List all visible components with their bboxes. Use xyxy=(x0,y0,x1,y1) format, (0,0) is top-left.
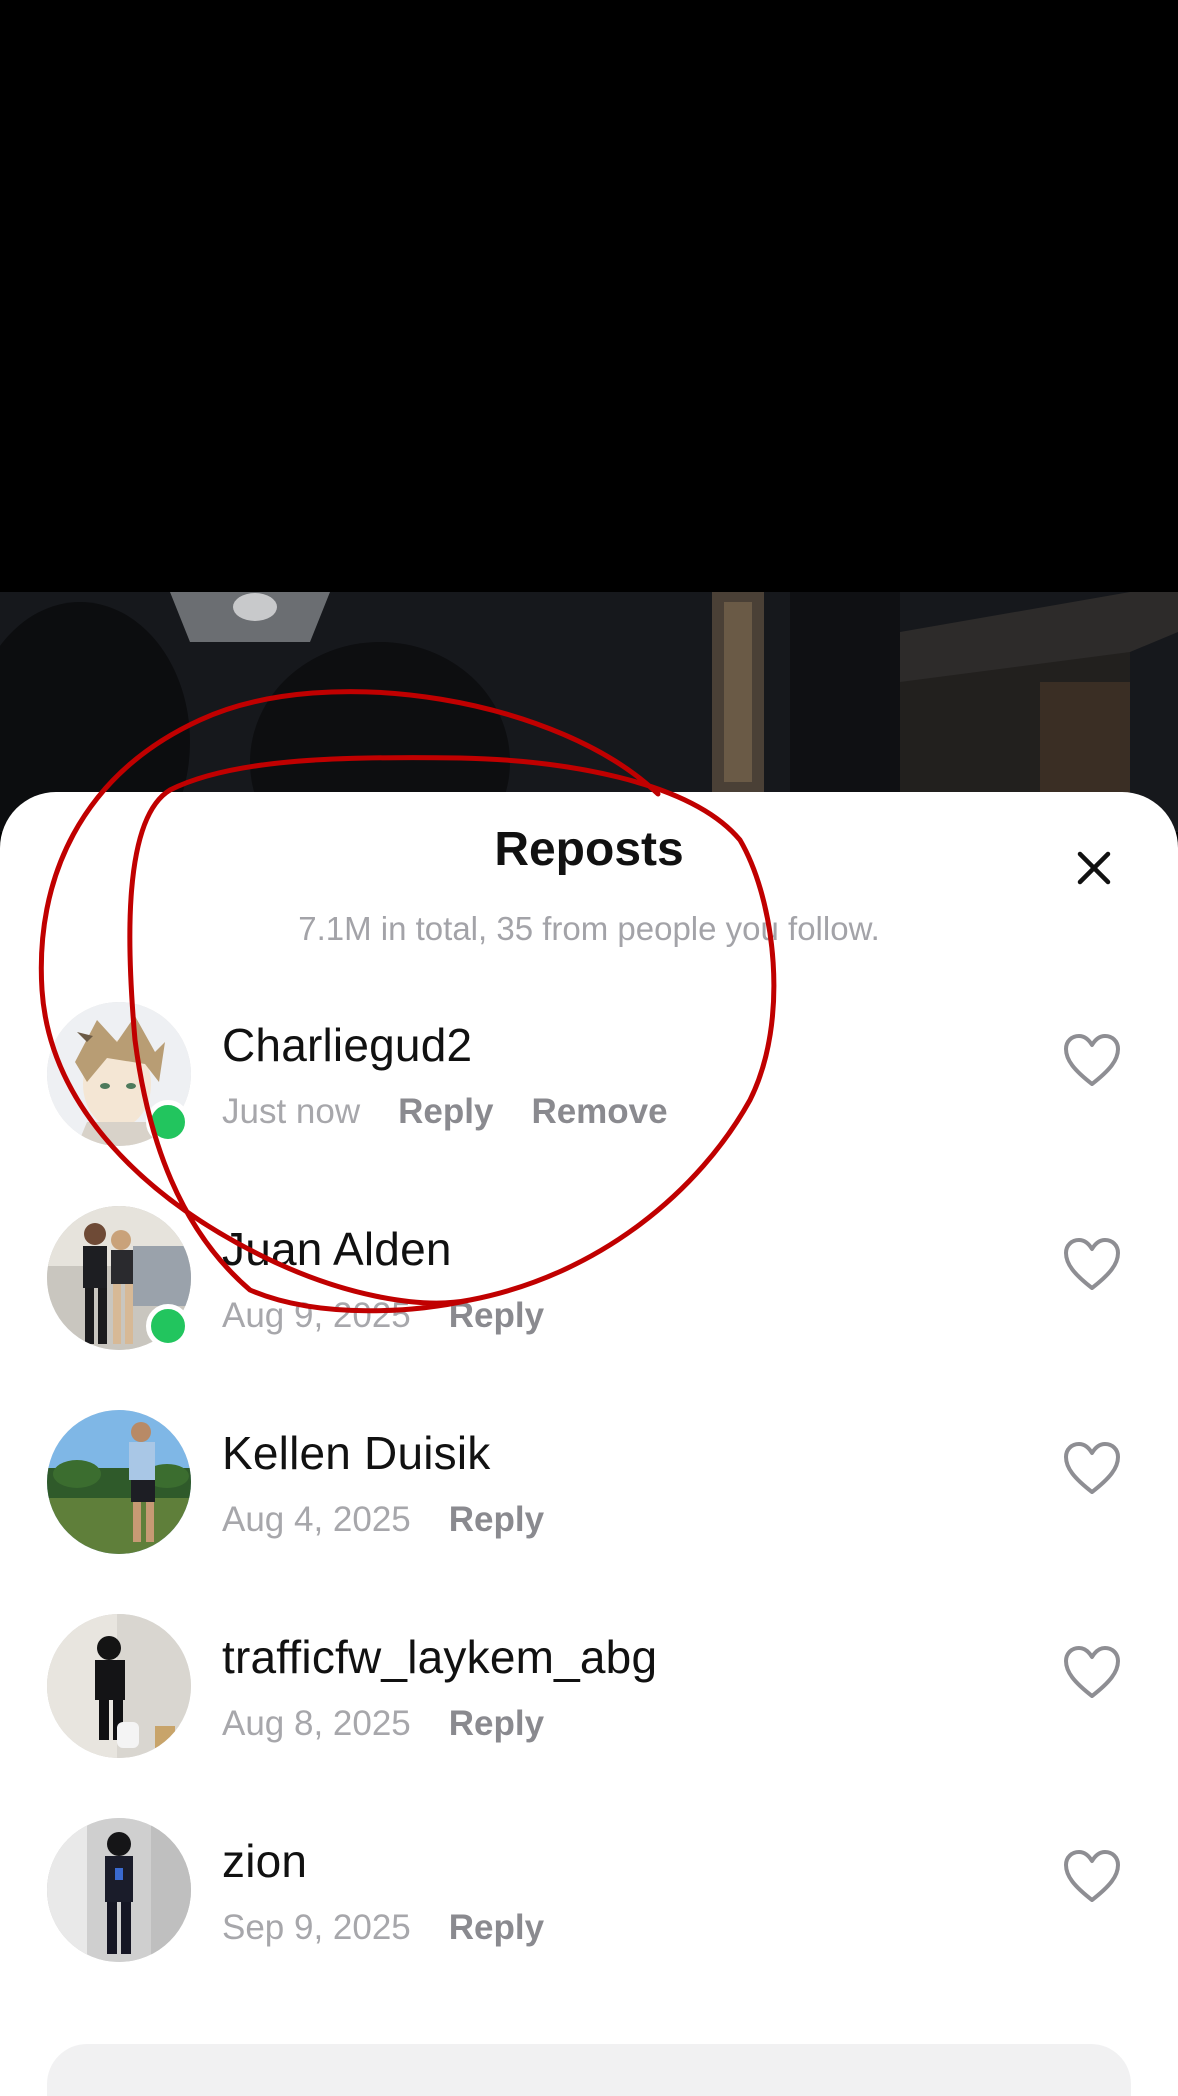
list-item[interactable]: Juan Alden Aug 9, 2025 Reply xyxy=(0,1192,1178,1396)
heart-icon[interactable] xyxy=(1062,1644,1122,1700)
repost-time: Aug 8, 2025 xyxy=(222,1704,411,1743)
heart-icon[interactable] xyxy=(1062,1032,1122,1088)
repost-username[interactable]: trafficfw_laykem_abg xyxy=(222,1630,657,1684)
online-status-dot xyxy=(146,1100,190,1144)
heart-icon[interactable] xyxy=(1062,1236,1122,1292)
online-status-dot xyxy=(146,1304,190,1348)
repost-meta: Aug 9, 2025 Reply xyxy=(222,1296,544,1336)
video-player[interactable] xyxy=(0,0,1178,592)
repost-time: Sep 9, 2025 xyxy=(222,1908,411,1947)
reposts-list: Charliegud2 Just now Reply Remove Juan A… xyxy=(0,988,1178,2008)
repost-username[interactable]: Juan Alden xyxy=(222,1222,452,1276)
repost-meta: Aug 4, 2025 Reply xyxy=(222,1500,544,1540)
reply-button[interactable]: Reply xyxy=(449,1500,544,1540)
list-item[interactable]: Charliegud2 Just now Reply Remove xyxy=(0,988,1178,1192)
sheet-subtitle: 7.1M in total, 35 from people you follow… xyxy=(298,910,880,947)
avatar[interactable] xyxy=(47,1818,191,1962)
screen: Reposts 7.1M in total, 35 from people yo… xyxy=(0,0,1178,2096)
comment-input-bar[interactable] xyxy=(47,2044,1131,2096)
repost-meta: Aug 8, 2025 Reply xyxy=(222,1704,544,1744)
list-item[interactable]: Kellen Duisik Aug 4, 2025 Reply xyxy=(0,1396,1178,1600)
reply-button[interactable]: Reply xyxy=(449,1296,544,1336)
avatar[interactable] xyxy=(47,1410,191,1554)
repost-time: Aug 9, 2025 xyxy=(222,1296,411,1335)
reply-button[interactable]: Reply xyxy=(449,1908,544,1948)
repost-meta: Sep 9, 2025 Reply xyxy=(222,1908,544,1948)
repost-username[interactable]: Kellen Duisik xyxy=(222,1426,491,1480)
close-icon xyxy=(1077,851,1111,885)
sheet-title: Reposts xyxy=(494,823,684,876)
reply-button[interactable]: Reply xyxy=(398,1092,493,1132)
heart-icon[interactable] xyxy=(1062,1440,1122,1496)
repost-time: Aug 4, 2025 xyxy=(222,1500,411,1539)
close-button[interactable] xyxy=(1068,842,1120,894)
repost-meta: Just now Reply Remove xyxy=(222,1092,668,1132)
avatar[interactable] xyxy=(47,1614,191,1758)
list-item[interactable]: zion Sep 9, 2025 Reply xyxy=(0,1804,1178,2008)
heart-icon[interactable] xyxy=(1062,1848,1122,1904)
repost-username[interactable]: Charliegud2 xyxy=(222,1018,472,1072)
remove-button[interactable]: Remove xyxy=(531,1092,667,1132)
reply-button[interactable]: Reply xyxy=(449,1704,544,1744)
reposts-sheet: Reposts 7.1M in total, 35 from people yo… xyxy=(0,792,1178,2096)
repost-username[interactable]: zion xyxy=(222,1834,307,1888)
repost-time: Just now xyxy=(222,1092,361,1131)
list-item[interactable]: trafficfw_laykem_abg Aug 8, 2025 Reply xyxy=(0,1600,1178,1804)
